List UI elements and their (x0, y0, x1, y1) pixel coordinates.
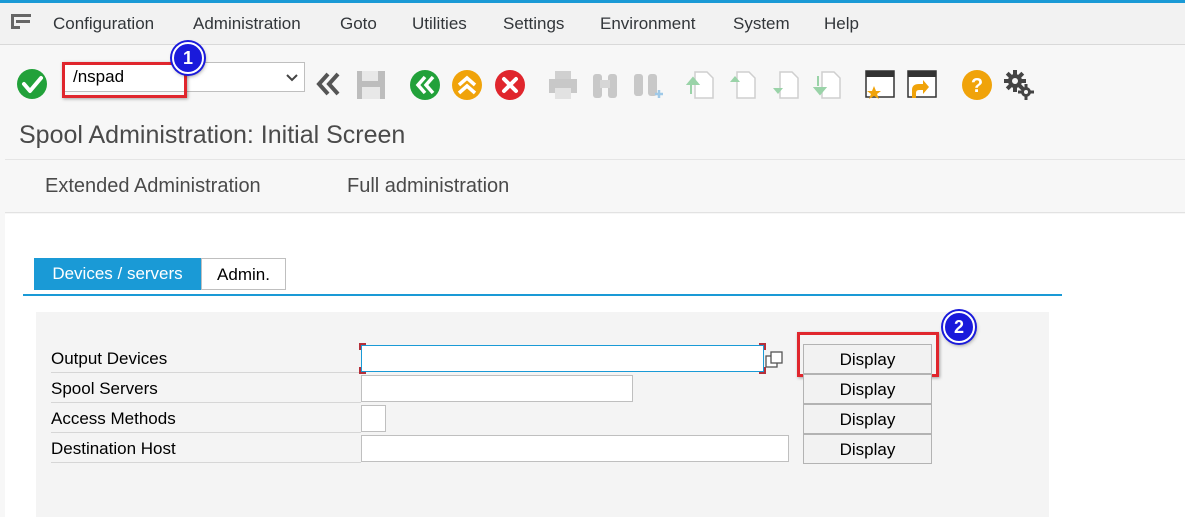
menu-utilities[interactable]: Utilities (412, 14, 467, 34)
cancel-icon[interactable] (493, 68, 527, 102)
print-icon[interactable] (546, 68, 580, 102)
spool-servers-input[interactable] (362, 376, 632, 401)
destination-host-input[interactable] (362, 436, 788, 461)
last-page-icon[interactable] (812, 68, 846, 102)
customize-layout-icon[interactable] (1002, 68, 1036, 102)
svg-text:?: ? (971, 75, 983, 97)
menu-bar: Configuration Administration Goto Utilit… (0, 3, 1185, 45)
back-icon[interactable] (408, 68, 442, 102)
display-access-methods-button[interactable]: Display (803, 404, 932, 434)
tab-admin[interactable]: Admin. (201, 258, 286, 290)
extended-administration-button[interactable]: Extended Administration (45, 175, 261, 198)
menu-configuration[interactable]: Configuration (53, 14, 154, 34)
display-destination-host-button[interactable]: Display (803, 434, 932, 464)
create-session-icon[interactable] (864, 68, 898, 102)
next-page-icon[interactable] (770, 68, 804, 102)
access-methods-field[interactable] (361, 405, 386, 432)
application-toolbar: Extended Administration Full administrat… (5, 161, 1185, 213)
tab-devices-servers[interactable]: Devices / servers (34, 258, 201, 290)
menu-goto[interactable]: Goto (340, 14, 377, 34)
find-next-icon[interactable] (631, 68, 665, 102)
output-devices-input[interactable] (362, 346, 763, 371)
chevron-down-icon[interactable] (284, 69, 300, 85)
enter-icon[interactable] (16, 68, 50, 102)
collapse-icon[interactable] (312, 68, 346, 102)
annotation-badge-2: 2 (943, 311, 975, 343)
help-icon[interactable]: ? (960, 68, 994, 102)
value-help-icon[interactable] (764, 350, 786, 370)
first-page-icon[interactable] (685, 68, 719, 102)
focus-corner (759, 343, 766, 350)
page-title: Spool Administration: Initial Screen (19, 121, 406, 149)
spool-servers-field[interactable] (361, 375, 633, 402)
tab-underline (23, 294, 1062, 296)
menu-environment[interactable]: Environment (600, 14, 695, 34)
output-devices-field[interactable] (361, 345, 764, 372)
highlight-display-button (797, 332, 939, 377)
focus-corner (359, 343, 366, 350)
focus-corner (359, 367, 366, 374)
main-content: Devices / servers Admin. Output Devices … (5, 214, 1185, 517)
spool-servers-label: Spool Servers (51, 376, 361, 403)
menu-system[interactable]: System (733, 14, 790, 34)
annotation-badge-1: 1 (172, 42, 204, 74)
system-toolbar: 1 (0, 42, 1185, 114)
shortcut-icon[interactable] (906, 68, 940, 102)
access-methods-input[interactable] (362, 406, 385, 431)
menu-administration[interactable]: Administration (193, 14, 301, 34)
output-devices-label: Output Devices (51, 346, 361, 373)
access-methods-label: Access Methods (51, 406, 361, 433)
menu-icon[interactable] (10, 11, 36, 33)
display-spool-servers-button[interactable]: Display (803, 374, 932, 404)
highlight-command-field (62, 62, 187, 98)
save-icon[interactable] (354, 68, 388, 102)
destination-host-field[interactable] (361, 435, 789, 462)
destination-host-label: Destination Host (51, 436, 361, 463)
find-icon[interactable] (589, 68, 623, 102)
menu-settings[interactable]: Settings (503, 14, 564, 34)
menu-help[interactable]: Help (824, 14, 859, 34)
title-bar: Spool Administration: Initial Screen (5, 114, 1185, 160)
previous-page-icon[interactable] (727, 68, 761, 102)
sap-window: Configuration Administration Goto Utilit… (0, 0, 1185, 517)
exit-icon[interactable] (450, 68, 484, 102)
full-administration-button[interactable]: Full administration (347, 175, 509, 198)
